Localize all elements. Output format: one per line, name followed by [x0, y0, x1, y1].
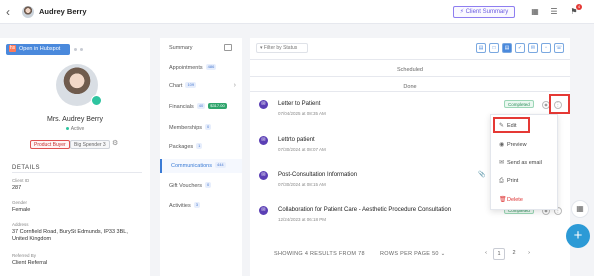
- field-label: Gender: [12, 200, 28, 205]
- nav-item-gift-vouchers[interactable]: Gift Vouchers 0: [160, 179, 242, 193]
- mail-icon: ✉: [499, 160, 505, 166]
- scheduled-section-label: Scheduled: [397, 67, 423, 73]
- filter-check-icon[interactable]: ✓: [515, 43, 525, 53]
- rows-per-page-select[interactable]: ROWS PER PAGE 50 ⌄: [380, 251, 446, 257]
- filter-by-status-dropdown[interactable]: ▾ Filter by Status: [256, 43, 308, 53]
- filter-letter-icon[interactable]: ▤: [502, 43, 512, 53]
- status-dot-icon: [80, 48, 83, 51]
- communication-title[interactable]: Lettrto patient: [278, 137, 315, 143]
- add-button[interactable]: +: [566, 224, 590, 248]
- page-button[interactable]: 2: [508, 248, 520, 260]
- trash-icon: 🗑: [499, 197, 507, 203]
- field-label: Referred By: [12, 253, 37, 258]
- communication-title[interactable]: Letter to Patient: [278, 101, 320, 107]
- divider: [250, 76, 570, 77]
- printer-icon: ⎙: [499, 178, 504, 184]
- field-label: Client ID: [12, 178, 30, 183]
- highlight-frame: [549, 94, 570, 114]
- chevron-right-icon: ›: [233, 82, 236, 89]
- filter-icon: ▾: [260, 45, 263, 51]
- field-value: Client Referral: [12, 260, 48, 266]
- profile-name: Mrs. Audrey Berry: [46, 116, 103, 123]
- avatar-badge-icon[interactable]: [91, 95, 102, 106]
- attachment-icon[interactable]: 📎: [478, 171, 485, 178]
- letter-icon: ✉: [259, 100, 268, 109]
- divider: [250, 91, 570, 92]
- notes-icon[interactable]: ☰: [549, 7, 559, 17]
- top-bar: ‹ Audrey Berry ⚡ Client Summary ▦ ☰ ⚑ 4: [0, 0, 594, 24]
- filter-email-icon[interactable]: ✉: [528, 43, 538, 53]
- status-dot-icon: [74, 48, 77, 51]
- results-summary: SHOWING 4 RESULTS FROM 78: [274, 251, 365, 257]
- menu-item-send-email[interactable]: ✉ Send as email: [491, 156, 559, 170]
- menu-item-delete[interactable]: 🗑Delete: [491, 193, 559, 207]
- status-badge: Completed: [504, 100, 534, 108]
- nav-item-memberships[interactable]: Memberships 0: [160, 121, 242, 135]
- filter-call-icon[interactable]: ☏: [554, 43, 564, 53]
- calendar-icon[interactable]: ▦: [571, 200, 589, 218]
- section-nav: Summary Appointments 486 Chart 109 › Financ…: [160, 38, 242, 276]
- avatar[interactable]: [22, 6, 34, 18]
- client-name: Audrey Berry: [39, 7, 87, 16]
- communication-title[interactable]: Post-Consultation Information: [278, 172, 357, 178]
- nav-item-communications[interactable]: Communications 444: [160, 159, 242, 173]
- divider: [12, 172, 142, 173]
- filter-sms-icon[interactable]: ▫: [541, 43, 551, 53]
- communication-date: 12/24/2023 at 06:18 PM: [278, 217, 327, 222]
- gear-icon[interactable]: ⚙: [112, 140, 118, 148]
- tag-product-buyer[interactable]: Product Buyer: [30, 140, 70, 149]
- nav-item-chart[interactable]: Chart 109 ›: [160, 79, 242, 93]
- menu-item-print[interactable]: ⎙ Print: [491, 174, 559, 188]
- client-summary-button[interactable]: ⚡ Client Summary: [453, 6, 515, 18]
- communication-date: 07/30/2024 at 08:15 AM: [278, 182, 326, 187]
- page-button[interactable]: 1: [493, 248, 505, 260]
- divider: [250, 59, 570, 60]
- hubspot-icon: hs: [9, 44, 16, 52]
- menu-item-preview[interactable]: ◉ Preview: [491, 138, 559, 152]
- letter-icon: ✉: [259, 171, 268, 180]
- pagination-bar: SHOWING 4 RESULTS FROM 78 ROWS PER PAGE …: [250, 246, 570, 262]
- status-badge: Active: [0, 126, 150, 132]
- communication-title[interactable]: Collaboration for Patient Care - Aesthet…: [278, 207, 451, 213]
- details-heading: DETAILS: [12, 165, 41, 171]
- bell-icon[interactable]: ⚑ 4: [569, 4, 582, 17]
- profile-panel: hs Open in Hubspot Mrs. Audrey Berry Acti…: [0, 38, 150, 276]
- filter-document-icon[interactable]: □: [489, 43, 499, 53]
- back-arrow-icon[interactable]: ‹: [6, 6, 16, 18]
- filter-all-icon[interactable]: ▤: [476, 43, 486, 53]
- payment-icon[interactable]: ▦: [530, 7, 540, 17]
- field-label: Address: [12, 222, 29, 227]
- highlight-frame: [493, 117, 530, 133]
- done-section-label: Done: [403, 84, 417, 90]
- list-view-icon[interactable]: [224, 44, 232, 51]
- eye-icon: ◉: [499, 142, 505, 148]
- prev-page-icon[interactable]: ‹: [480, 248, 492, 260]
- nav-item-financials[interactable]: Financials 40 $317.00: [160, 100, 242, 114]
- field-value: 37 Cornfield Road, BurySt Edmunds, IP33 …: [12, 229, 128, 242]
- communication-date: 07/04/2025 at 08:35 AM: [278, 111, 326, 116]
- nav-item-appointments[interactable]: Appointments 486: [160, 61, 242, 75]
- field-value: 287: [12, 185, 22, 191]
- communication-item[interactable]: ✉ Collaboration for Patient Care - Aesth…: [250, 206, 570, 234]
- communication-date: 07/30/2024 at 08:07 AM: [278, 147, 326, 152]
- notification-badge: 4: [576, 4, 582, 10]
- letter-icon: ✉: [259, 206, 268, 215]
- nav-item-activities[interactable]: Activities 3: [160, 199, 242, 213]
- field-value: Female: [12, 207, 31, 213]
- nav-item-packages[interactable]: Packages 1: [160, 140, 242, 154]
- next-page-icon[interactable]: ›: [523, 248, 535, 260]
- letter-icon: ✉: [259, 136, 268, 145]
- open-hubspot-button[interactable]: hs Open in Hubspot: [6, 44, 70, 55]
- tag-big-spender[interactable]: Big Spender 3: [70, 140, 110, 149]
